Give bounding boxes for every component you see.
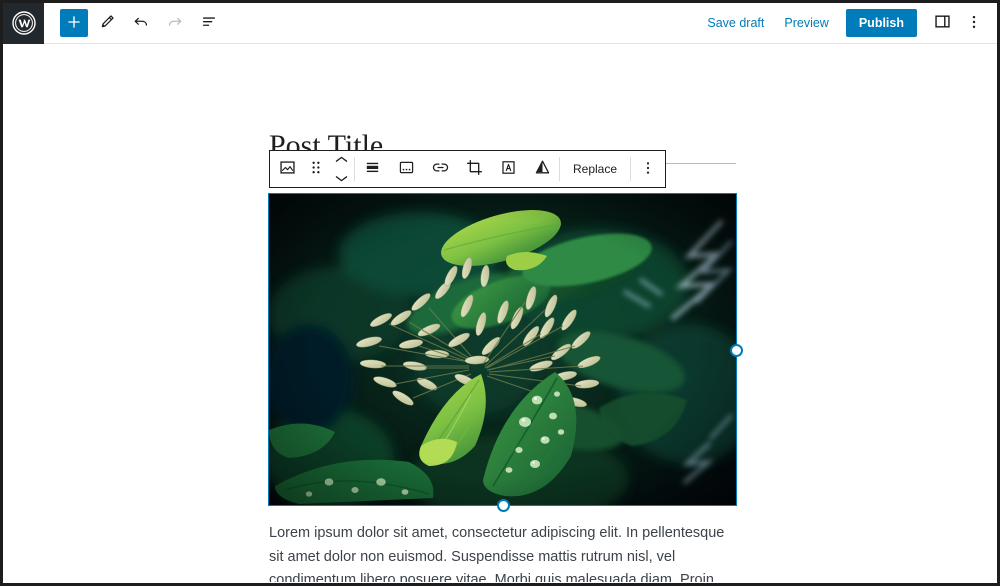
pencil-icon — [98, 13, 116, 34]
link-button[interactable] — [423, 151, 457, 187]
block-more-options-button[interactable] — [631, 151, 665, 187]
image-block-icon-button[interactable] — [270, 151, 304, 187]
replace-button[interactable]: Replace — [560, 151, 630, 187]
add-block-button[interactable] — [60, 9, 88, 37]
wordpress-block-editor: Save draft Preview Publish Post Title Re… — [3, 3, 997, 583]
more-vertical-icon — [965, 13, 983, 34]
link-icon — [431, 158, 450, 180]
image-block[interactable] — [268, 193, 743, 512]
block-movers[interactable] — [328, 151, 354, 187]
publish-button[interactable]: Publish — [845, 9, 917, 37]
duotone-icon — [533, 158, 552, 180]
undo-button[interactable] — [126, 8, 156, 38]
redo-icon — [166, 13, 184, 34]
block-toolbar: Replace — [269, 150, 667, 188]
resize-handle-right[interactable] — [730, 343, 743, 357]
block-toolbar-image-tools — [355, 151, 559, 187]
caption-icon — [397, 158, 416, 180]
top-bar-right-actions: Save draft Preview Publish — [698, 8, 997, 38]
more-vertical-icon — [639, 159, 657, 180]
paragraph-block[interactable]: Lorem ipsum dolor sit amet, consectetur … — [269, 522, 739, 582]
save-draft-button[interactable]: Save draft — [698, 10, 773, 36]
drag-handle-icon — [309, 159, 323, 179]
crop-button[interactable] — [457, 151, 491, 187]
edit-mode-button[interactable] — [92, 8, 122, 38]
plus-icon — [66, 14, 82, 33]
redo-button[interactable] — [160, 8, 190, 38]
wordpress-logo-icon — [11, 11, 36, 35]
sidebar-panel-icon — [933, 12, 952, 34]
add-caption-button[interactable] — [389, 151, 423, 187]
list-view-icon — [200, 13, 218, 34]
duotone-filter-button[interactable] — [525, 151, 559, 187]
drag-handle-button[interactable] — [304, 151, 328, 187]
settings-sidebar-toggle[interactable] — [927, 8, 957, 38]
resize-handle-bottom[interactable] — [496, 499, 510, 512]
text-over-image-button[interactable] — [491, 151, 525, 187]
image-block-photo — [269, 194, 736, 505]
undo-icon — [132, 13, 150, 34]
block-toolbar-block-controls — [270, 151, 354, 187]
top-bar-left-tools — [44, 8, 224, 38]
align-button[interactable] — [355, 151, 389, 187]
chevron-down-icon[interactable] — [334, 170, 349, 188]
preview-button[interactable]: Preview — [775, 10, 837, 36]
crop-icon — [465, 158, 484, 180]
editor-canvas: Post Title Replace Lorem ipsum dolor sit… — [3, 44, 997, 582]
editor-top-bar: Save draft Preview Publish — [3, 3, 997, 44]
image-block-icon — [278, 158, 297, 180]
align-icon — [363, 158, 382, 180]
chevron-up-icon[interactable] — [334, 151, 349, 169]
text-over-image-icon — [499, 158, 518, 180]
wordpress-logo-button[interactable] — [3, 3, 44, 44]
more-options-button[interactable] — [959, 8, 989, 38]
document-overview-button[interactable] — [194, 8, 224, 38]
